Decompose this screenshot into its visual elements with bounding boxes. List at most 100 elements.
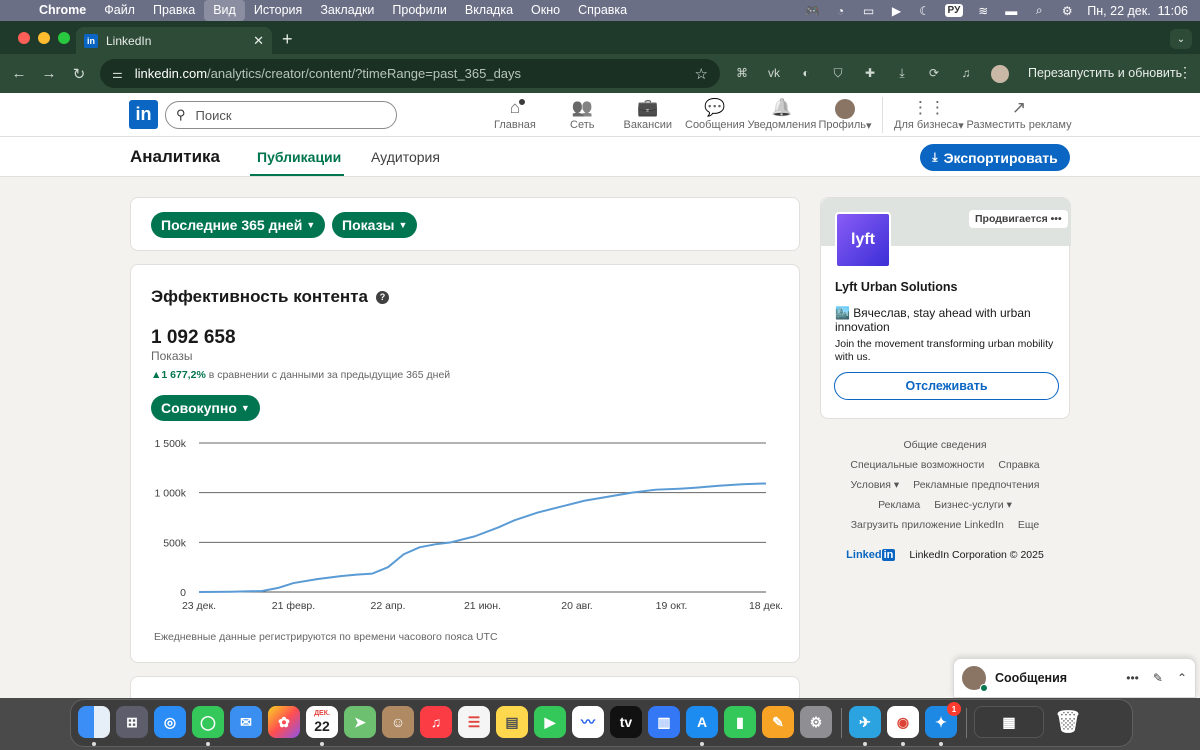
metric-dropdown[interactable]: Показы ▼ xyxy=(332,212,418,238)
nav-item-7[interactable]: ↗ Разместить рекламу xyxy=(967,97,1072,131)
keynote-icon[interactable]: ▥ xyxy=(648,706,680,738)
menu-item[interactable]: История xyxy=(245,0,311,21)
close-tab-icon[interactable]: ✕ xyxy=(253,33,264,49)
photos-icon[interactable]: ✿ xyxy=(268,706,300,738)
menu-item[interactable]: Правка xyxy=(144,0,204,21)
footer-link[interactable]: Рекламные предпочтения xyxy=(913,475,1039,495)
download-icon[interactable]: ⤓ xyxy=(893,64,911,82)
help-icon[interactable]: ? xyxy=(375,290,389,304)
ad-company-name[interactable]: Lyft Urban Solutions xyxy=(835,280,957,294)
wifi-icon[interactable]: ≋ xyxy=(975,4,991,18)
close-window-icon[interactable] xyxy=(18,32,30,44)
footer-link[interactable]: Загрузить приложение LinkedIn xyxy=(851,515,1004,535)
zoom-window-icon[interactable] xyxy=(58,32,70,44)
new-tab-icon[interactable]: + xyxy=(282,29,293,50)
menu-item[interactable]: Справка xyxy=(569,0,636,21)
lyft-logo[interactable]: lyft xyxy=(835,212,891,268)
pages-icon[interactable]: ✎ xyxy=(762,706,794,738)
control-center-icon[interactable]: ⚙ xyxy=(1059,4,1075,18)
footer-link[interactable]: Условия ▾ xyxy=(851,475,900,495)
focus-moon-icon[interactable]: ☾ xyxy=(917,4,933,18)
shield-icon[interactable]: ⛉ xyxy=(829,64,847,82)
apple-tv-icon[interactable]: tv xyxy=(610,706,642,738)
chrome-icon[interactable]: ◉ xyxy=(887,706,919,738)
chevron-up-icon[interactable]: ⌃ xyxy=(1177,671,1187,685)
footer-link[interactable]: Бизнес-услуги ▾ xyxy=(934,495,1012,515)
sync-icon[interactable]: ⟳ xyxy=(925,64,943,82)
impressions-series-line[interactable] xyxy=(198,482,767,593)
footer-link[interactable]: Справка xyxy=(998,455,1039,475)
downloads-stack-icon[interactable]: ▦ xyxy=(974,706,1044,738)
app-store-icon[interactable]: A xyxy=(686,706,718,738)
menu-item[interactable]: Файл xyxy=(95,0,144,21)
more-options-icon[interactable]: ••• xyxy=(1126,671,1139,685)
freeform-icon[interactable]: 〰 xyxy=(572,706,604,738)
battery-icon[interactable]: ▬ xyxy=(1003,4,1019,18)
finder-icon[interactable] xyxy=(78,706,110,738)
browser-profile-avatar[interactable] xyxy=(991,65,1009,83)
numbers-icon[interactable]: ▮ xyxy=(724,706,756,738)
messages-icon[interactable]: ◯ xyxy=(192,706,224,738)
footer-link[interactable]: Общие сведения xyxy=(903,435,986,455)
menu-item[interactable]: Вкладка xyxy=(456,0,522,21)
system-settings-icon[interactable]: ⚙ xyxy=(800,706,832,738)
back-icon[interactable]: ← xyxy=(4,65,34,82)
minimize-window-icon[interactable] xyxy=(38,32,50,44)
media-icon[interactable]: ♫ xyxy=(957,64,975,82)
telegram-icon[interactable]: ✈ xyxy=(849,706,881,738)
relaunch-update-button[interactable]: Перезапустить и обновить xyxy=(1028,66,1182,80)
contacts-icon[interactable]: ☺ xyxy=(382,706,414,738)
gamepad-icon[interactable]: 🎮 xyxy=(805,4,821,18)
menu-item[interactable]: Закладки xyxy=(311,0,383,21)
menu-item[interactable]: Окно xyxy=(522,0,569,21)
display-icon[interactable]: ▭ xyxy=(861,4,877,18)
compose-icon[interactable]: ✎ xyxy=(1153,671,1163,685)
search-input[interactable]: ⚲ Поиск xyxy=(165,101,397,129)
bookmark-star-icon[interactable]: ☆ xyxy=(695,65,708,83)
nav-item-5[interactable]: Профиль ▾ xyxy=(819,97,872,132)
trash-icon[interactable]: 🗑 xyxy=(1052,706,1084,738)
nav-item-0[interactable]: ⌂ Главная xyxy=(494,97,536,131)
extension-a-icon[interactable]: ⌘ xyxy=(733,64,751,82)
footer-link[interactable]: Специальные возможности xyxy=(850,455,984,475)
safari-icon[interactable]: ◎ xyxy=(154,706,186,738)
reload-icon[interactable]: ↻ xyxy=(64,65,94,83)
xcode-icon[interactable]: ✦ 1 xyxy=(925,702,961,738)
forward-icon[interactable]: → xyxy=(34,65,64,82)
facetime-icon[interactable]: ▶ xyxy=(534,706,566,738)
nav-item-1[interactable]: 👥 Сеть xyxy=(570,97,594,131)
export-button[interactable]: ⤓ Экспортировать xyxy=(920,144,1070,171)
vk-icon[interactable]: vk xyxy=(765,64,783,82)
menubar-clock[interactable]: Пн, 22 дек. 11:06 xyxy=(1087,4,1188,18)
play-icon[interactable]: ▶ xyxy=(889,4,905,18)
calendar-icon[interactable]: ДЕК. 22 xyxy=(306,706,338,738)
site-settings-icon[interactable]: ⚌ xyxy=(112,67,123,81)
menu-item[interactable]: Вид xyxy=(204,0,245,21)
cumulative-dropdown[interactable]: Совокупно ▼ xyxy=(151,395,260,421)
input-language-indicator[interactable]: РУ xyxy=(944,4,964,17)
tab-audience[interactable]: Аудитория xyxy=(371,149,440,165)
music-icon[interactable]: ♫ xyxy=(420,706,452,738)
promoted-label[interactable]: Продвигается ••• xyxy=(969,210,1068,228)
nav-item-6[interactable]: ⋮⋮ Для бизнеса ▾ xyxy=(894,97,964,132)
time-range-dropdown[interactable]: Последние 365 дней ▼ xyxy=(151,212,326,238)
nav-item-4[interactable]: 🔔 Уведомления xyxy=(748,97,817,131)
nav-item-2[interactable]: 💼 Вакансии xyxy=(624,97,673,131)
menu-item[interactable]: Профили xyxy=(383,0,455,21)
footer-link[interactable]: Еще xyxy=(1018,515,1039,535)
more-options-icon[interactable]: ••• xyxy=(1051,213,1062,225)
tab-search-chevron-icon[interactable]: ⌄ xyxy=(1170,29,1192,49)
menu-app-name[interactable]: Chrome xyxy=(30,0,95,21)
reminders-icon[interactable]: ☰ xyxy=(458,706,490,738)
puzzle-icon[interactable]: ✚ xyxy=(861,64,879,82)
address-bar[interactable]: ⚌ linkedin.com/analytics/creator/content… xyxy=(100,59,720,88)
footer-link[interactable]: Реклама xyxy=(878,495,920,515)
mail-icon[interactable]: ✉ xyxy=(230,706,262,738)
tab-posts[interactable]: Публикации xyxy=(257,149,341,165)
spotlight-search-icon[interactable]: ⌕ xyxy=(1031,3,1047,18)
notes-icon[interactable]: ▤ xyxy=(496,706,528,738)
battery-indicator-icon[interactable]: ◔ xyxy=(833,4,849,18)
extension-c-icon[interactable]: ◐ xyxy=(797,64,815,82)
follow-button[interactable]: Отслеживать xyxy=(834,372,1059,400)
linkedin-logo[interactable]: in xyxy=(129,100,158,129)
